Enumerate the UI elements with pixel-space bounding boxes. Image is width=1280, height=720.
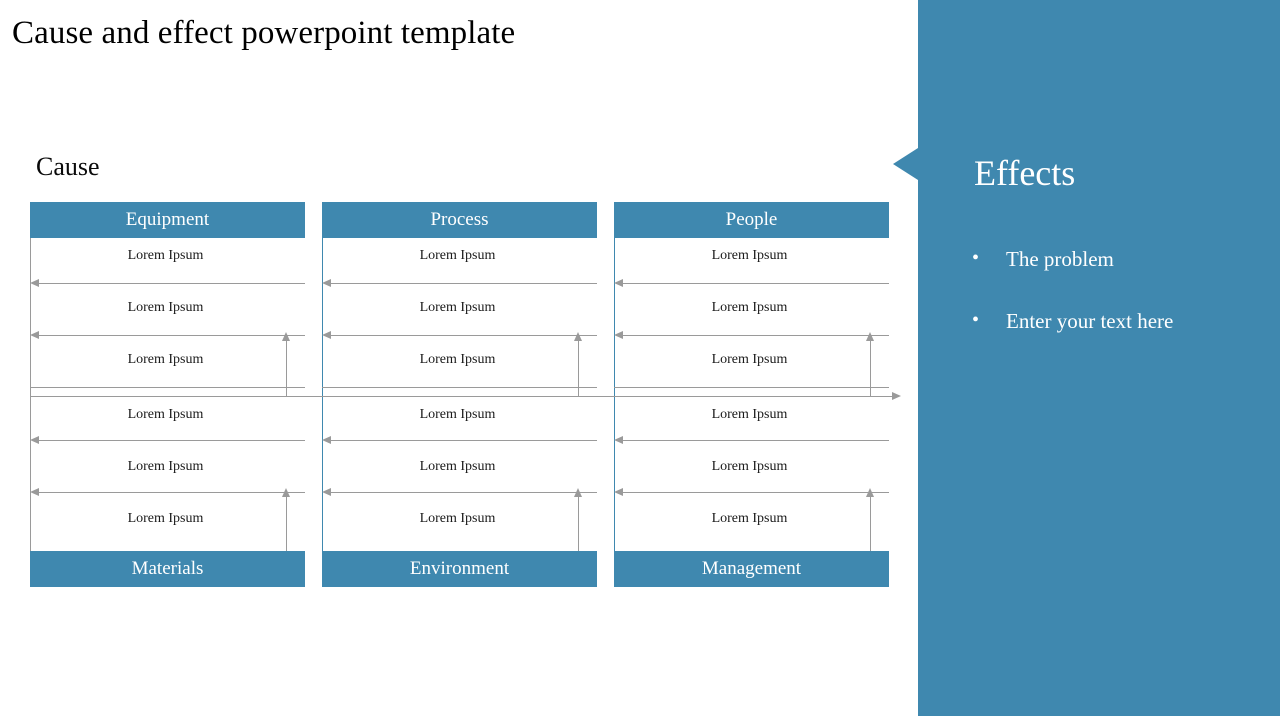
cause-row-label: Lorem Ipsum [419,510,496,526]
branch-arrow-left-icon [322,435,597,444]
branch-arrow-left-icon [322,331,597,340]
cause-row[interactable]: Lorem Ipsum [614,290,889,342]
column-header[interactable]: Equipment [30,202,305,238]
cause-row[interactable]: Lorem Ipsum [30,447,305,499]
column-header[interactable]: Process [322,202,597,238]
column-half-top: Lorem Ipsum Lorem Ipsum Lorem Ipsum [322,238,597,395]
connector-arrow-up-icon [574,488,582,551]
column-half-bottom: Lorem Ipsum Lorem Ipsum Lorem Ipsum [614,395,889,552]
cause-row[interactable]: Lorem Ipsum [614,395,889,447]
column-body: Lorem Ipsum Lorem Ipsum Lorem Ipsum Lore… [614,238,889,551]
connector-arrow-up-icon [282,488,290,551]
branch-rule [614,387,889,389]
connector-arrow-up-icon [866,488,874,551]
cause-column-process[interactable]: Process Lorem Ipsum Lorem Ipsum Lorem Ip… [322,202,597,587]
cause-column-equipment[interactable]: Equipment Lorem Ipsum Lorem Ipsum Lorem … [30,202,305,587]
cause-row-label: Lorem Ipsum [711,352,788,368]
column-body: Lorem Ipsum Lorem Ipsum Lorem Ipsum Lore… [30,238,305,551]
cause-row[interactable]: Lorem Ipsum [30,499,305,551]
cause-row-label: Lorem Ipsum [711,300,788,316]
branch-arrow-left-icon [322,487,597,496]
cause-row[interactable]: Lorem Ipsum [30,290,305,342]
cause-row-label: Lorem Ipsum [419,300,496,316]
cause-row[interactable]: Lorem Ipsum [614,342,889,394]
cause-row[interactable]: Lorem Ipsum [322,342,597,394]
cause-row[interactable]: Lorem Ipsum [30,342,305,394]
column-half-top: Lorem Ipsum Lorem Ipsum Lorem Ipsum [614,238,889,395]
effects-bullet-item[interactable]: Enter your text here [968,304,1228,337]
connector-arrow-up-icon [282,332,290,396]
column-footer[interactable]: Environment [322,551,597,587]
cause-row-label: Lorem Ipsum [419,406,496,422]
column-half-bottom: Lorem Ipsum Lorem Ipsum Lorem Ipsum [322,395,597,552]
cause-row-label: Lorem Ipsum [127,300,204,316]
branch-arrow-left-icon [30,279,305,288]
connector-arrow-up-icon [574,332,582,396]
effects-title: Effects [974,153,1076,193]
branch-arrow-left-icon [30,487,305,496]
cause-row-label: Lorem Ipsum [711,248,788,263]
cause-column-people[interactable]: People Lorem Ipsum Lorem Ipsum Lorem Ips… [614,202,889,587]
column-body: Lorem Ipsum Lorem Ipsum Lorem Ipsum Lore… [322,238,597,551]
cause-row-label: Lorem Ipsum [711,458,788,474]
cause-row[interactable]: Lorem Ipsum [322,499,597,551]
column-half-bottom: Lorem Ipsum Lorem Ipsum Lorem Ipsum [30,395,305,552]
cause-row[interactable]: Lorem Ipsum [614,499,889,551]
branch-rule [322,387,597,389]
cause-row[interactable]: Lorem Ipsum [322,238,597,290]
effects-notch-arrow-left-icon [893,148,918,180]
spine-arrow-right-icon [30,392,901,400]
cause-row-label: Lorem Ipsum [127,510,204,526]
cause-row-label: Lorem Ipsum [419,248,496,263]
branch-arrow-left-icon [614,487,889,496]
column-footer[interactable]: Management [614,551,889,587]
branch-rule [30,387,305,389]
cause-row[interactable]: Lorem Ipsum [614,447,889,499]
cause-row-label: Lorem Ipsum [127,352,204,368]
column-header[interactable]: People [614,202,889,238]
cause-row-label: Lorem Ipsum [127,406,204,422]
branch-arrow-left-icon [614,279,889,288]
cause-row-label: Lorem Ipsum [127,248,204,263]
branch-arrow-left-icon [614,331,889,340]
column-half-top: Lorem Ipsum Lorem Ipsum Lorem Ipsum [30,238,305,395]
cause-row[interactable]: Lorem Ipsum [30,395,305,447]
slide-canvas: Cause and effect powerpoint template Cau… [0,0,1280,720]
cause-row-label: Lorem Ipsum [127,458,204,474]
cause-row[interactable]: Lorem Ipsum [30,238,305,290]
cause-row-label: Lorem Ipsum [419,352,496,368]
fishbone-diagram: Equipment Lorem Ipsum Lorem Ipsum Lorem … [0,0,918,720]
cause-row-label: Lorem Ipsum [711,406,788,422]
cause-row[interactable]: Lorem Ipsum [322,290,597,342]
branch-arrow-left-icon [30,435,305,444]
effects-bullet-list: The problem Enter your text here [968,242,1228,367]
branch-arrow-left-icon [614,435,889,444]
connector-arrow-up-icon [866,332,874,396]
branch-arrow-left-icon [322,279,597,288]
cause-row[interactable]: Lorem Ipsum [322,395,597,447]
cause-row-label: Lorem Ipsum [711,510,788,526]
cause-row-label: Lorem Ipsum [419,458,496,474]
cause-row[interactable]: Lorem Ipsum [614,238,889,290]
column-footer[interactable]: Materials [30,551,305,587]
cause-row[interactable]: Lorem Ipsum [322,447,597,499]
branch-arrow-left-icon [30,331,305,340]
effects-bullet-item[interactable]: The problem [968,242,1228,275]
